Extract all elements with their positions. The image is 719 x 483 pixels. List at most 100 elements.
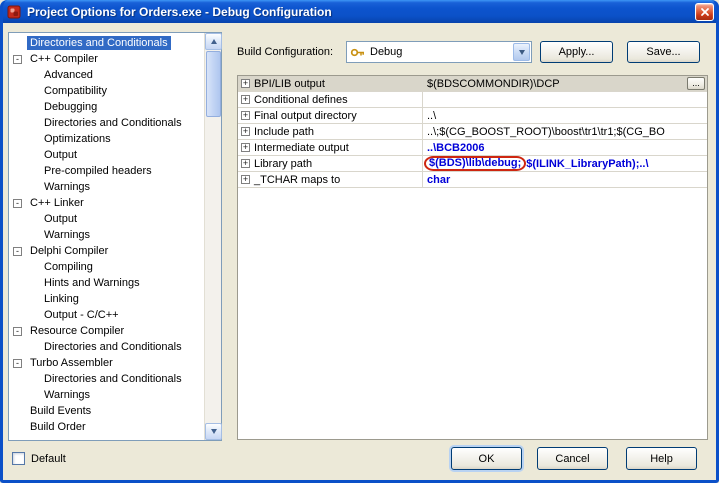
options-tree: Directories and Conditionals-C++ Compile… bbox=[9, 35, 204, 440]
property-value-cell[interactable]: char bbox=[423, 172, 707, 187]
tree-item-label: Output - C/C++ bbox=[41, 308, 122, 322]
property-value-cell[interactable]: ..\ bbox=[423, 108, 707, 123]
property-name-cell: +BPI/LIB output bbox=[238, 76, 423, 91]
tree-item-label: Warnings bbox=[41, 228, 93, 242]
collapse-icon[interactable]: - bbox=[13, 247, 22, 256]
property-name: Library path bbox=[254, 158, 312, 170]
tree-item[interactable]: Hints and Warnings bbox=[9, 275, 204, 291]
app-icon bbox=[6, 4, 22, 20]
tree-item[interactable]: Output - C/C++ bbox=[9, 307, 204, 323]
tree-item-label: Build Events bbox=[27, 404, 94, 418]
tree-item[interactable]: Pre-compiled headers bbox=[9, 163, 204, 179]
property-name-cell: +Conditional defines bbox=[238, 92, 423, 107]
tree-item-label: Build Order bbox=[27, 420, 89, 434]
ok-button[interactable]: OK bbox=[451, 447, 522, 470]
collapse-icon[interactable]: - bbox=[13, 327, 22, 336]
tree-item[interactable]: -Turbo Assembler bbox=[9, 355, 204, 371]
tree-item[interactable]: -C++ Compiler bbox=[9, 51, 204, 67]
collapse-icon[interactable]: - bbox=[13, 55, 22, 64]
property-name: Include path bbox=[254, 126, 314, 138]
tree-item[interactable]: Advanced bbox=[9, 67, 204, 83]
tree-item-label: Resource Compiler bbox=[27, 324, 127, 338]
tree-item[interactable]: Compatibility bbox=[9, 83, 204, 99]
tree-item-label: Linking bbox=[41, 292, 82, 306]
tree-item[interactable]: Compiling bbox=[9, 259, 204, 275]
tree-item[interactable]: -C++ Linker bbox=[9, 195, 204, 211]
expand-icon[interactable]: + bbox=[241, 95, 250, 104]
ellipsis-button[interactable]: ... bbox=[687, 77, 705, 90]
property-value-cell[interactable]: $(BDS)\lib\debug;$(ILINK_LibraryPath);..… bbox=[423, 156, 707, 171]
scrollbar-thumb[interactable] bbox=[206, 51, 221, 117]
property-row[interactable]: + _TCHAR maps to char bbox=[238, 172, 707, 188]
expand-icon[interactable]: + bbox=[241, 159, 250, 168]
tree-item-label: Output bbox=[41, 148, 80, 162]
expand-icon[interactable]: + bbox=[241, 143, 250, 152]
save-button[interactable]: Save... bbox=[627, 41, 700, 63]
tree-item[interactable]: Output bbox=[9, 147, 204, 163]
property-name-cell: + _TCHAR maps to bbox=[238, 172, 423, 187]
property-row[interactable]: +Intermediate output..\BCB2006 bbox=[238, 140, 707, 156]
tree-item-label: Directories and Conditionals bbox=[41, 340, 185, 354]
build-configuration-combo[interactable]: Debug bbox=[346, 41, 532, 63]
chevron-down-icon bbox=[519, 50, 525, 55]
tree-item-label: C++ Compiler bbox=[27, 52, 101, 66]
property-value: char bbox=[427, 174, 450, 186]
tree-item-label: Warnings bbox=[41, 388, 93, 402]
tree-item[interactable]: Directories and Conditionals bbox=[9, 371, 204, 387]
title-bar[interactable]: Project Options for Orders.exe - Debug C… bbox=[0, 0, 719, 23]
tree-scrollbar[interactable] bbox=[204, 33, 221, 440]
cancel-button[interactable]: Cancel bbox=[537, 447, 608, 470]
tree-item-label: Turbo Assembler bbox=[27, 356, 116, 370]
collapse-icon[interactable]: - bbox=[13, 199, 22, 208]
tree-item[interactable]: -Resource Compiler bbox=[9, 323, 204, 339]
apply-button[interactable]: Apply... bbox=[540, 41, 613, 63]
help-button[interactable]: Help bbox=[626, 447, 697, 470]
default-option: Default bbox=[12, 452, 66, 465]
tree-item[interactable]: -Delphi Compiler bbox=[9, 243, 204, 259]
collapse-icon[interactable]: - bbox=[13, 359, 22, 368]
property-name: Final output directory bbox=[254, 110, 357, 122]
tree-item-label: Advanced bbox=[41, 68, 96, 82]
tree-item[interactable]: Warnings bbox=[9, 387, 204, 403]
expand-icon[interactable]: + bbox=[241, 79, 250, 88]
build-configuration-label: Build Configuration: bbox=[237, 46, 333, 58]
property-value-cell[interactable]: $(BDSCOMMONDIR)\DCP... bbox=[423, 76, 707, 91]
tree-item[interactable]: Directories and Conditionals bbox=[9, 35, 204, 51]
property-row[interactable]: + Final output directory ..\ bbox=[238, 108, 707, 124]
tree-item-label: Compatibility bbox=[41, 84, 110, 98]
property-value: ..\BCB2006 bbox=[427, 142, 484, 154]
default-checkbox[interactable] bbox=[12, 452, 25, 465]
tree-item[interactable]: Directories and Conditionals bbox=[9, 115, 204, 131]
property-name: _TCHAR maps to bbox=[254, 174, 340, 186]
property-value-cell[interactable] bbox=[423, 92, 707, 107]
expand-icon[interactable]: + bbox=[241, 111, 250, 120]
tree-item-label: Delphi Compiler bbox=[27, 244, 111, 258]
close-button[interactable] bbox=[695, 3, 714, 21]
tree-item[interactable]: Debugging bbox=[9, 99, 204, 115]
property-row[interactable]: +Conditional defines bbox=[238, 92, 707, 108]
scroll-down-button[interactable] bbox=[205, 423, 222, 440]
property-value-cell[interactable]: ..\;$(CG_BOOST_ROOT)\boost\tr1\tr1;$(CG_… bbox=[423, 124, 707, 139]
property-row[interactable]: + Library path $(BDS)\lib\debug;$(ILINK_Li… bbox=[238, 156, 707, 172]
property-row[interactable]: +BPI/LIB output$(BDSCOMMONDIR)\DCP... bbox=[238, 76, 707, 92]
property-value: $(ILINK_LibraryPath);..\ bbox=[526, 158, 648, 170]
combo-dropdown-button[interactable] bbox=[513, 43, 530, 61]
tree-item[interactable]: Build Events bbox=[9, 403, 204, 419]
property-value-cell[interactable]: ..\BCB2006 bbox=[423, 140, 707, 155]
tree-item[interactable]: Build Order bbox=[9, 419, 204, 435]
property-row[interactable]: + Include path ..\;$(CG_BOOST_ROOT)\boost\… bbox=[238, 124, 707, 140]
tree-item[interactable]: Directories and Conditionals bbox=[9, 339, 204, 355]
tree-item[interactable]: Linking bbox=[9, 291, 204, 307]
property-name-cell: + Include path bbox=[238, 124, 423, 139]
property-name-cell: + Library path bbox=[238, 156, 423, 171]
expand-icon[interactable]: + bbox=[241, 175, 250, 184]
expand-icon[interactable]: + bbox=[241, 127, 250, 136]
property-value: $(BDSCOMMONDIR)\DCP bbox=[427, 78, 560, 90]
tree-item[interactable]: Warnings bbox=[9, 227, 204, 243]
tree-item-label: Pre-compiled headers bbox=[41, 164, 155, 178]
tree-item-label: Hints and Warnings bbox=[41, 276, 143, 290]
tree-item[interactable]: Output bbox=[9, 211, 204, 227]
tree-item[interactable]: Warnings bbox=[9, 179, 204, 195]
tree-item[interactable]: Optimizations bbox=[9, 131, 204, 147]
scroll-up-button[interactable] bbox=[205, 33, 222, 50]
